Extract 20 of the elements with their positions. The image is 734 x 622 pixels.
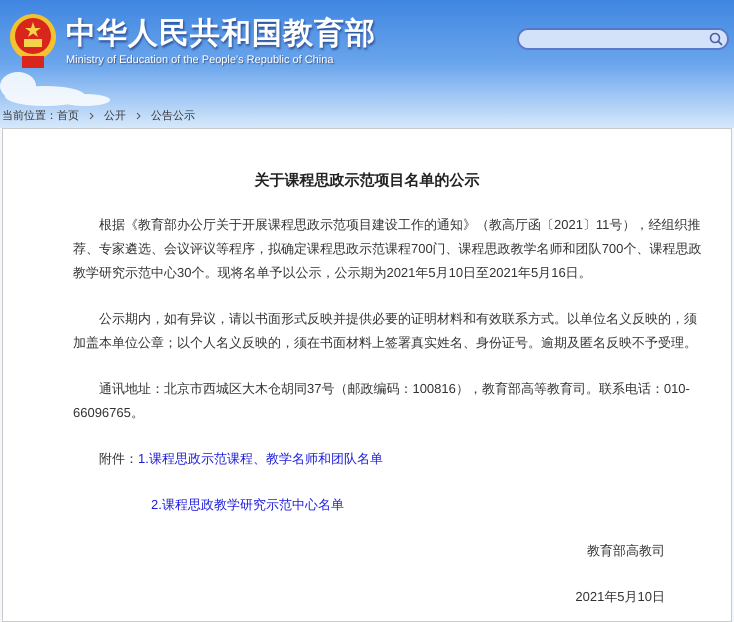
emblem-icon [8,12,58,70]
article-paragraph: 通讯地址：北京市西城区大木仓胡同37号（邮政编码：100816），教育部高等教育司。联系电话：010-66096765。 [73,380,691,422]
site-title: 中华人民共和国教育部 [66,16,376,52]
site-subtitle: Ministry of Education of the People's Republic of China [66,53,334,68]
article-title: 关于课程思政示范项目名单的公示 [253,171,480,191]
article-paragraph: 根据《教育部办公厅关于开展课程思政示范项目建设工作的通知》（教高厅函〔2021〕11号），经组织推荐、专家遴选、会议评议等程序，拟确定课程思政示范课程700门、课程思政教学名师和团队700个、课程思政教学研究示范中心30个。现将名单予以公示，公示期为2021年5月10日至2021年5月16日。 [73,216,702,282]
date-text: 2021年5月10日 [575,588,665,606]
breadcrumb-link[interactable]: 公开 [104,108,126,124]
attachment-link[interactable]: 1.课程思政示范课程、教学名师和团队名单 [138,447,383,471]
breadcrumb-link[interactable]: 首页 [57,108,79,124]
breadcrumb-link[interactable]: 公告公示 [151,108,195,124]
breadcrumb-label: 当前位置： [2,109,57,124]
chevron-icon [136,112,141,120]
chevron-icon [89,112,94,120]
search-field[interactable] [517,28,729,50]
article-paragraph: 公示期内，如有异议，请以书面形式反映并提供必要的证明材料和有效联系方式。以单位名义反映的，须加盖本单位公章；以个人名义反映的，须在书面材料上签署真实姓名、身份证号。逾期及匿名反映不予受理。 [73,310,698,352]
attachments-label: 附件： [99,450,138,468]
attachment-link[interactable]: 2.课程思政教学研究示范中心名单 [151,493,344,517]
search-icon[interactable] [709,32,723,46]
signature-text: 教育部高教司 [587,542,665,560]
